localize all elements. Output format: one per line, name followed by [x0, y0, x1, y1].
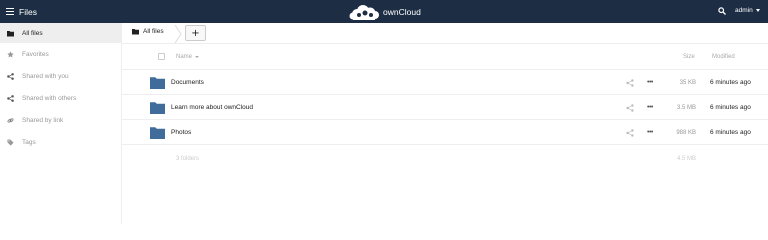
app-header: Files ownCloud admin — [0, 0, 768, 23]
share-icon — [7, 72, 14, 80]
sidebar-item-shared-with-you[interactable]: Shared with you — [0, 66, 122, 86]
sidebar-navigation: All files Favorites Shared with you Shar… — [0, 23, 122, 224]
app-menu-button[interactable]: Files — [6, 5, 46, 18]
cloud-icon — [349, 4, 379, 20]
share-icon[interactable] — [626, 79, 634, 87]
share-icon — [7, 94, 14, 102]
more-actions-icon[interactable]: ••• — [647, 79, 657, 87]
sidebar-item-label: Tags — [22, 138, 36, 146]
sidebar-item-label: All files — [22, 29, 43, 37]
breadcrumb-bar: All files + — [122, 23, 768, 44]
file-modified: 6 minutes ago — [710, 129, 751, 136]
new-file-button[interactable]: + — [185, 25, 206, 41]
folder-icon — [7, 30, 14, 36]
search-icon[interactable] — [718, 7, 726, 15]
file-size: 3.5 MB — [676, 105, 696, 111]
share-icon[interactable] — [626, 104, 634, 112]
folder-count: 3 folders — [176, 156, 200, 162]
logo-text: ownCloud — [383, 7, 421, 17]
column-header-name[interactable]: Name — [176, 54, 200, 60]
folder-icon — [150, 102, 165, 114]
user-menu[interactable]: admin — [735, 7, 760, 14]
sidebar-item-all-files[interactable]: All files — [0, 23, 122, 43]
folder-icon — [132, 29, 139, 35]
sort-down-icon — [195, 56, 200, 58]
sidebar-item-shared-by-link[interactable]: Shared by link — [0, 110, 122, 130]
breadcrumb-separator — [174, 25, 182, 43]
file-size: 35 KB — [679, 80, 696, 86]
sidebar-item-favorites[interactable]: Favorites — [0, 44, 122, 64]
file-size: 988 KB — [676, 130, 696, 136]
breadcrumb-home[interactable]: All files — [132, 28, 164, 35]
app-title: Files — [19, 6, 37, 17]
file-modified: 6 minutes ago — [710, 104, 751, 111]
sidebar-item-label: Shared by link — [22, 116, 64, 124]
file-list: Name Size Modified Documents ••• 35 KB 6… — [122, 44, 768, 224]
more-actions-icon[interactable]: ••• — [647, 104, 657, 112]
file-name[interactable]: Documents — [171, 79, 204, 86]
select-all-checkbox[interactable] — [158, 53, 165, 60]
owncloud-logo[interactable]: ownCloud — [349, 4, 421, 20]
chevron-down-icon — [755, 9, 760, 12]
sidebar-item-label: Shared with you — [22, 72, 69, 80]
file-row[interactable]: Photos ••• 988 KB 6 minutes ago — [122, 120, 768, 145]
folder-icon — [150, 127, 165, 139]
share-icon[interactable] — [626, 129, 634, 137]
file-modified: 6 minutes ago — [710, 79, 751, 86]
file-row[interactable]: Learn more about ownCloud ••• 3.5 MB 6 m… — [122, 95, 768, 120]
link-icon — [7, 117, 14, 123]
more-actions-icon[interactable]: ••• — [647, 129, 657, 137]
sidebar-item-tags[interactable]: Tags — [0, 132, 122, 152]
column-header-size[interactable]: Size — [683, 54, 695, 60]
file-name[interactable]: Photos — [171, 129, 191, 136]
file-name[interactable]: Learn more about ownCloud — [171, 104, 253, 111]
tag-icon — [7, 138, 14, 146]
file-row[interactable]: Documents ••• 35 KB 6 minutes ago — [122, 70, 768, 95]
breadcrumb-label: All files — [143, 28, 164, 35]
folder-icon — [150, 77, 165, 89]
user-name: admin — [735, 7, 753, 14]
file-list-summary: 3 folders 4.5 MB — [122, 152, 768, 168]
column-header-modified[interactable]: Modified — [712, 54, 735, 60]
column-label: Name — [176, 54, 193, 60]
sidebar-item-shared-with-others[interactable]: Shared with others — [0, 88, 122, 108]
hamburger-icon — [6, 8, 14, 15]
total-size: 4.5 MB — [676, 156, 696, 162]
file-list-header: Name Size Modified — [122, 44, 768, 70]
sidebar-item-label: Favorites — [22, 50, 49, 58]
sidebar-item-label: Shared with others — [22, 94, 77, 102]
star-icon — [7, 50, 14, 57]
